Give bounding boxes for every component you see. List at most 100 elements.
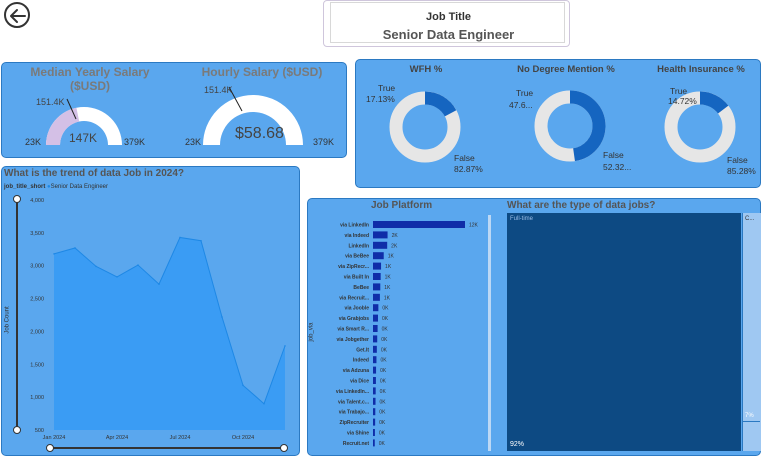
bar-category-label: via BeBee: [345, 254, 369, 260]
treemap-contract-label: C...: [745, 216, 755, 222]
platform-bar: [373, 304, 379, 312]
treemap-full-time[interactable]: Full-time 92%: [507, 213, 741, 451]
platform-bar: [373, 273, 381, 280]
bar-category-label: Recruit.net: [343, 441, 369, 447]
x-tick-label: Oct 2024: [232, 435, 254, 441]
job-title-slicer[interactable]: Job Title Senior Data Engineer: [330, 2, 565, 43]
trend-point: [53, 253, 55, 255]
trend-point: [179, 236, 181, 239]
bar-value-label: 1K: [384, 285, 391, 291]
platform-bar: [373, 262, 382, 270]
platform-bar: [373, 439, 375, 447]
trend-chart: 4,000 3,500 3,000 2,500 2,000 1,500 1,000 500Ja…: [30, 198, 286, 441]
x-tick-label: Jan 2024: [43, 435, 66, 441]
platform-bar: [373, 356, 377, 364]
bar-category-label: via ZipRecr...: [338, 264, 369, 270]
bar-category-label: via Dice: [350, 379, 369, 385]
y-tick-label: 1,500: [30, 362, 44, 368]
y-tick-label: 3,500: [30, 231, 44, 237]
bar-category-label: via Talent.c...: [338, 399, 370, 405]
y-tick-label: 4,000: [30, 198, 44, 204]
platform-bar: [373, 345, 377, 353]
platform-bar: [373, 283, 381, 291]
platform-panel: Job Platform job_via via LinkedIn 12K via …: [307, 198, 761, 456]
back-button[interactable]: [4, 2, 30, 28]
health-insurance-title: Health Insurance %: [657, 64, 745, 75]
trend-point: [284, 345, 286, 347]
platform-bar: [373, 325, 378, 332]
bar-value-label: 0K: [382, 316, 389, 322]
bar-category-label: via Jobgether: [336, 337, 369, 343]
y-tick-label: 1,000: [30, 395, 44, 401]
platform-bar: [373, 408, 376, 416]
trend-panel: What is the trend of data Job in 2024? j…: [1, 166, 300, 456]
platform-bar: [373, 387, 376, 395]
platform-bar-chart: via LinkedIn 12K via Indeed 2K LinkedIn 2K via…: [336, 221, 479, 447]
bar-category-label: via Recruit...: [339, 295, 369, 301]
treemap-full-time-pct: 92%: [510, 441, 525, 448]
health-true-value: 14.72%: [668, 96, 697, 106]
bar-category-label: via Adzuna: [343, 368, 369, 374]
bar-value-label: 0K: [382, 306, 389, 312]
trend-point: [137, 264, 139, 266]
bar-value-label: 1K: [385, 264, 392, 270]
trend-area: [54, 237, 285, 430]
no-degree-donut: [534, 90, 606, 162]
bar-value-label: 2K: [392, 233, 399, 239]
bar-value-label: 0K: [382, 327, 389, 333]
trend-point: [158, 283, 160, 285]
platform-bar: [373, 221, 465, 228]
no-degree-false-label: False: [603, 150, 624, 160]
trend-point: [116, 276, 118, 278]
bar-value-label: 1K: [384, 295, 391, 301]
bar-category-label: via LinkedIn...: [336, 389, 370, 395]
bar-category-label: Get.It: [356, 347, 369, 353]
trend-point: [74, 247, 76, 249]
bar-value-label: 0K: [380, 368, 387, 374]
median-target-label: 151.4K: [36, 97, 65, 107]
platform-bar: [373, 241, 388, 249]
wfh-false-value: 82.87%: [454, 164, 483, 174]
wfh-true-value: 17.13%: [366, 94, 395, 104]
bar-value-label: 0K: [379, 410, 386, 416]
wfh-title: WFH %: [409, 64, 443, 75]
bar-value-label: 1K: [388, 254, 395, 260]
bar-category-label: via LinkedIn: [340, 223, 369, 229]
hourly-target-label: 151.4K: [204, 85, 233, 95]
bar-category-label: LinkedIn: [348, 243, 369, 249]
bar-value-label: 0K: [381, 347, 388, 353]
bar-value-label: 0K: [379, 441, 386, 447]
treemap-small-segment: [743, 421, 760, 452]
median-max-label: 379K: [124, 137, 146, 147]
wfh-false-label: False: [454, 153, 475, 163]
health-false-label: False: [727, 155, 748, 165]
x-tick-label: Jul 2024: [170, 435, 191, 441]
platform-bar: [373, 377, 376, 384]
bar-category-label: BeBee: [353, 285, 369, 291]
bar-value-label: 2K: [391, 243, 398, 249]
arrow-left-icon: [10, 9, 26, 23]
bar-value-label: 0K: [381, 337, 388, 343]
treemap-title: What are the type of data jobs?: [507, 200, 656, 211]
platform-bar: [373, 418, 376, 426]
bar-category-label: via Shine: [347, 431, 369, 437]
bar-category-label: via Trabajo...: [339, 410, 370, 416]
hourly-value: $58.68: [235, 125, 284, 142]
bar-value-label: 0K: [380, 358, 387, 364]
x-tick-label: Apr 2024: [106, 435, 128, 441]
y-tick-label: 3,000: [30, 264, 44, 270]
y-tick-label: 2,500: [30, 297, 44, 303]
job-title-label: Job Title: [425, 11, 472, 23]
bar-category-label: via Indeed: [345, 233, 369, 239]
treemap-full-time-label: Full-time: [510, 216, 534, 222]
hourly-min-label: 23K: [185, 137, 202, 147]
bar-value-label: 0K: [380, 389, 387, 395]
treemap-contract[interactable]: C... 7%: [742, 213, 761, 451]
no-degree-title: No Degree Mention %: [517, 64, 615, 75]
bar-value-label: 0K: [379, 420, 386, 426]
bar-category-label: via Jooble: [345, 306, 370, 312]
job-title-value: Senior Data Engineer: [382, 27, 515, 42]
bar-category-label: Indeed: [353, 358, 369, 364]
platform-bar: [373, 335, 378, 343]
platform-bar: [373, 314, 378, 322]
